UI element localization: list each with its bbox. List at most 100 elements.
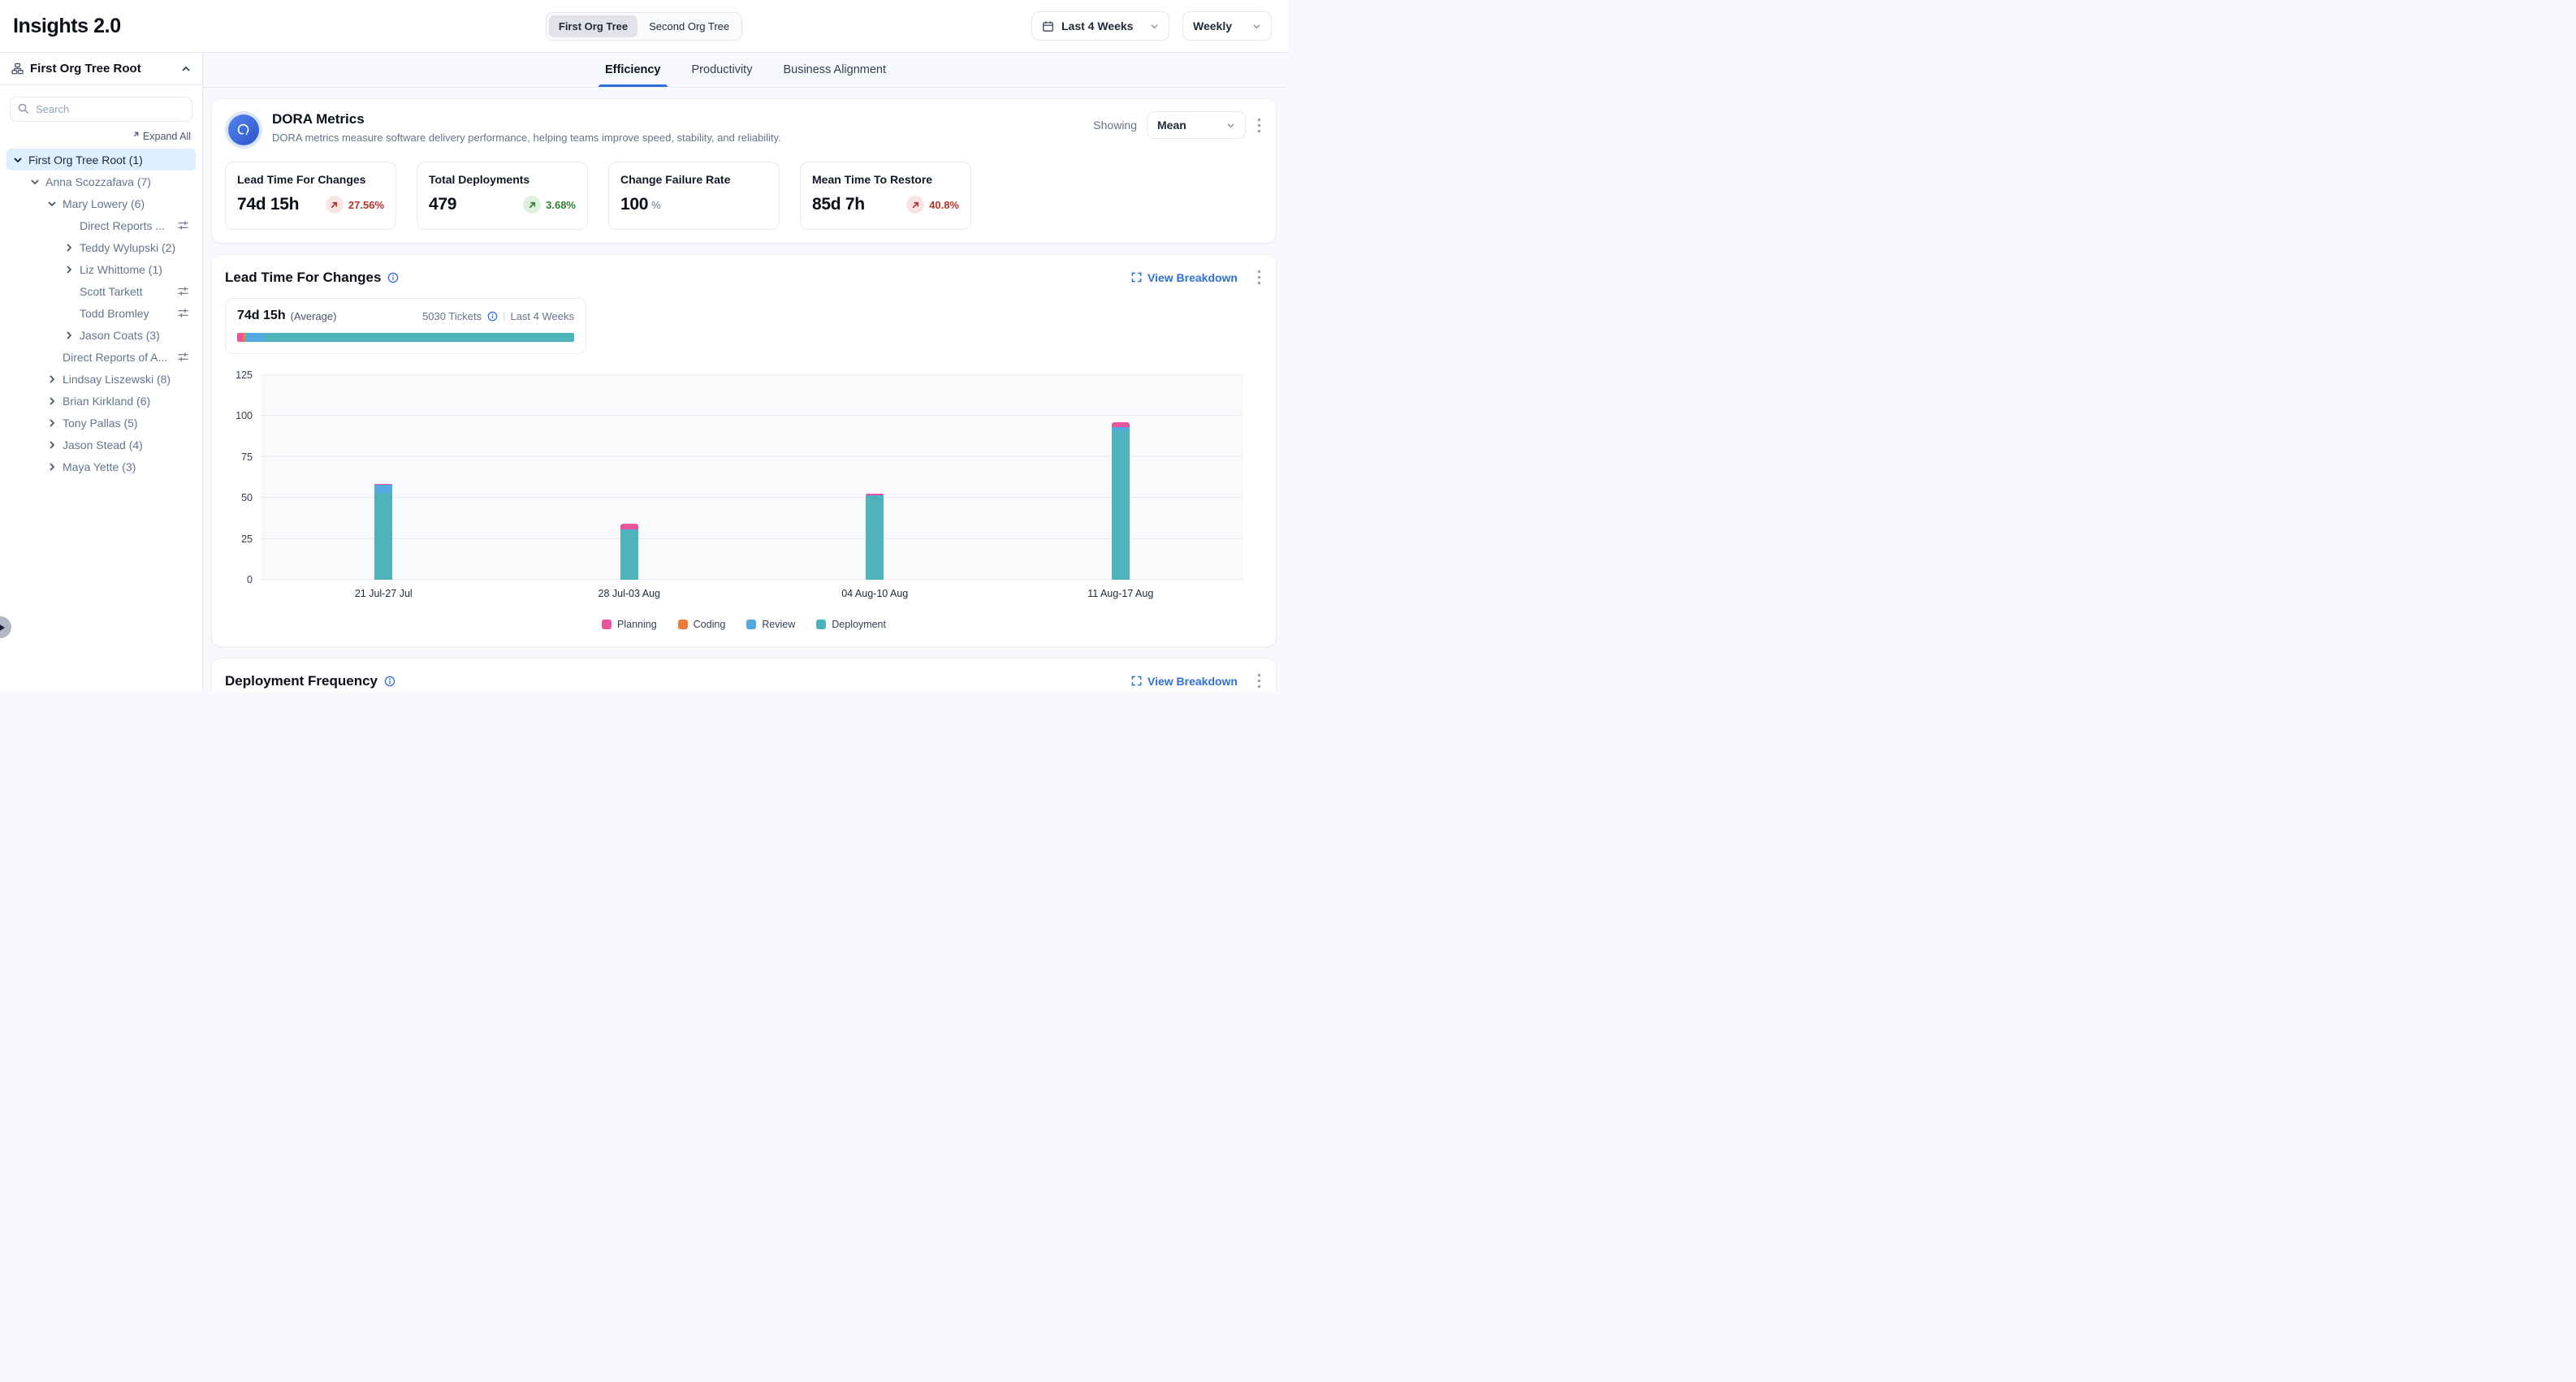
dora-metrics-section: DORA Metrics DORA metrics measure softwa… [211, 98, 1277, 244]
legend-item-planning[interactable]: Planning [602, 619, 657, 630]
tab-business-alignment[interactable]: Business Alignment [783, 53, 886, 87]
lead-time-summary-card: 74d 15h (Average) 5030 Tickets | Last 4 … [225, 298, 586, 354]
expand-all-button[interactable]: Expand All [11, 131, 191, 142]
legend-label: Coding [694, 619, 726, 630]
tree-item-label: Direct Reports of A... [63, 351, 167, 364]
trend-up-icon [906, 196, 924, 214]
chevron-right-icon[interactable] [45, 395, 58, 407]
tree-item[interactable]: Tony Pallas (5) [6, 412, 196, 434]
search-input[interactable] [10, 97, 192, 122]
y-axis-tick-label: 0 [247, 574, 253, 585]
bar-segment-planning [620, 524, 638, 529]
chevron-right-icon[interactable] [45, 373, 58, 385]
info-icon[interactable] [384, 676, 395, 687]
lead-time-chart: 0255075100125 21 Jul-27 Jul28 Jul-03 Aug… [225, 375, 1263, 630]
kebab-menu-icon[interactable] [1256, 672, 1263, 690]
stacked-bar[interactable] [374, 484, 392, 580]
view-breakdown-button[interactable]: View Breakdown [1131, 675, 1238, 688]
calendar-icon [1042, 20, 1054, 32]
gridline [261, 415, 1243, 416]
view-breakdown-button[interactable]: View Breakdown [1131, 271, 1238, 284]
info-icon[interactable] [487, 311, 498, 322]
chevron-right-icon[interactable] [63, 241, 75, 253]
chevron-up-icon[interactable] [181, 64, 191, 74]
metric-title: Lead Time For Changes [237, 173, 384, 186]
tree-indent-spacer [45, 351, 58, 363]
lead-time-section: Lead Time For Changes View Breakdown [211, 254, 1277, 647]
summary-qualifier: (Average) [291, 310, 337, 322]
granularity-select[interactable]: Weekly [1182, 11, 1272, 41]
chevron-down-icon[interactable] [11, 153, 24, 166]
info-icon[interactable] [387, 272, 399, 283]
filter-icon[interactable] [177, 351, 189, 363]
chart-plot-area: 0255075100125 [261, 375, 1243, 580]
tree-item-label: Lindsay Liszewski (8) [63, 373, 171, 386]
tree-item[interactable]: Jason Coats (3) [6, 324, 196, 346]
tab-efficiency[interactable]: Efficiency [605, 53, 661, 87]
metric-card: Total Deployments4793.68% [417, 162, 588, 230]
filter-icon[interactable] [177, 285, 189, 297]
tree-item[interactable]: Liz Whittome (1) [6, 258, 196, 280]
aggregation-select[interactable]: Mean [1147, 111, 1246, 139]
metric-card: Lead Time For Changes74d 15h27.56% [225, 162, 396, 230]
tree-indent-spacer [63, 219, 75, 231]
summary-value: 74d 15h [237, 309, 286, 323]
tab-productivity[interactable]: Productivity [692, 53, 753, 87]
chevron-right-icon[interactable] [63, 263, 75, 275]
chevron-right-icon[interactable] [45, 438, 58, 451]
stacked-bar[interactable] [620, 524, 638, 580]
toggle-first-org-tree[interactable]: First Org Tree [549, 15, 638, 37]
kebab-menu-icon[interactable] [1256, 268, 1263, 287]
stacked-bar[interactable] [866, 494, 884, 580]
tree-item[interactable]: Todd Bromley [6, 302, 196, 324]
chevron-down-icon[interactable] [45, 197, 58, 209]
legend-item-coding[interactable]: Coding [678, 619, 726, 630]
tree-item-label: Teddy Wylupski (2) [80, 241, 175, 254]
metric-value: 479 [429, 195, 456, 214]
stacked-bar[interactable] [1112, 422, 1130, 580]
tree-item-label: Jason Stead (4) [63, 438, 143, 451]
tree-item[interactable]: Maya Yette (3) [6, 456, 196, 477]
org-tree: First Org Tree Root (1)Anna Scozzafava (… [0, 144, 202, 482]
tree-item[interactable]: Direct Reports of A... [6, 346, 196, 368]
gridline [261, 456, 1243, 457]
tree-item-label: Jason Coats (3) [80, 329, 160, 342]
toggle-second-org-tree[interactable]: Second Org Tree [639, 15, 739, 37]
chevron-right-icon[interactable] [45, 460, 58, 473]
x-axis-label: 28 Jul-03 Aug [599, 588, 660, 599]
chart-x-axis: 21 Jul-27 Jul28 Jul-03 Aug04 Aug-10 Aug1… [261, 588, 1243, 602]
tree-item-label: Brian Kirkland (6) [63, 395, 150, 408]
tree-item[interactable]: Lindsay Liszewski (8) [6, 368, 196, 390]
tree-item[interactable]: Mary Lowery (6) [6, 192, 196, 214]
chevron-right-icon[interactable] [45, 417, 58, 429]
tree-item-label: Maya Yette (3) [63, 460, 136, 473]
tree-item[interactable]: Scott Tarkett [6, 280, 196, 302]
tree-item[interactable]: First Org Tree Root (1) [6, 149, 196, 171]
y-axis-tick-label: 50 [241, 492, 253, 503]
delta-badge: 40.8% [906, 196, 959, 214]
tree-item[interactable]: Brian Kirkland (6) [6, 390, 196, 412]
main-area: Efficiency Productivity Business Alignme… [203, 53, 1288, 691]
date-range-select[interactable]: Last 4 Weeks [1031, 11, 1169, 41]
section-title: Lead Time For Changes [225, 270, 381, 286]
tab-bar: Efficiency Productivity Business Alignme… [203, 53, 1288, 88]
filter-icon[interactable] [177, 307, 189, 319]
tree-item[interactable]: Anna Scozzafava (7) [6, 171, 196, 192]
y-axis-tick-label: 75 [241, 451, 253, 463]
tree-item-label: Tony Pallas (5) [63, 417, 138, 430]
granularity-value: Weekly [1193, 19, 1232, 32]
legend-item-deployment[interactable]: Deployment [816, 619, 886, 630]
trend-up-icon [326, 196, 344, 214]
chevron-down-icon[interactable] [28, 175, 41, 188]
bar-segment-deployment [374, 493, 392, 580]
metric-card: Mean Time To Restore85d 7h40.8% [800, 162, 971, 230]
kebab-menu-icon[interactable] [1256, 116, 1263, 135]
filter-icon[interactable] [177, 219, 189, 231]
summary-range: Last 4 Weeks [510, 310, 574, 322]
legend-item-review[interactable]: Review [746, 619, 795, 630]
metric-value: 100 [620, 195, 648, 214]
chevron-right-icon[interactable] [63, 329, 75, 341]
tree-item[interactable]: Direct Reports ... [6, 214, 196, 236]
tree-item[interactable]: Teddy Wylupski (2) [6, 236, 196, 258]
tree-item[interactable]: Jason Stead (4) [6, 434, 196, 456]
